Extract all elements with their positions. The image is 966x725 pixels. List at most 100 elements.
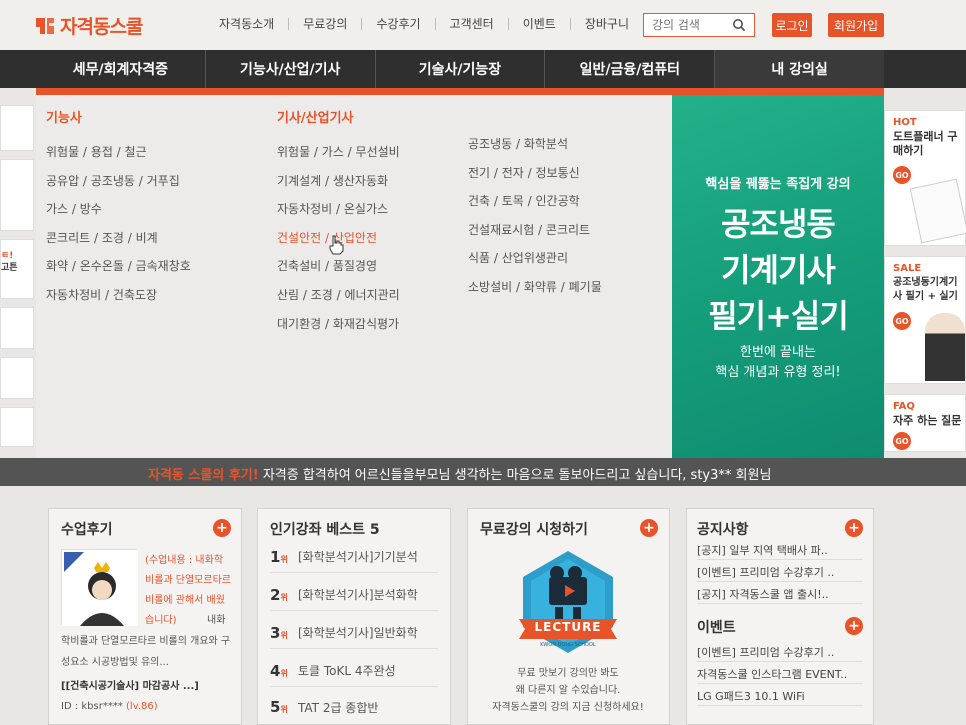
mega-item[interactable]: 소방설비 / 화약류 / 폐기물: [468, 273, 602, 302]
topnav-reviews[interactable]: 수강후기: [361, 18, 434, 30]
left-side-strip: ㅌ! 고튼: [0, 105, 34, 465]
best-name: 토클 ToKL 4주완성: [298, 664, 396, 678]
side-card-title: 공조냉동기계기사 필기 + 실기: [893, 277, 958, 302]
mega-col-engineer: 기사/산업기사 위험물 / 가스 / 무선설비 기계설계 / 생산자동화 자동차…: [277, 107, 400, 338]
promo-banner[interactable]: 핵심을 꿰뚫는 족집게 강의 공조냉동 기계기사 필기+실기 한번에 끝내는 핵…: [672, 95, 884, 458]
mega-item[interactable]: 위험물 / 용접 / 철근: [46, 138, 191, 167]
promo-foot-line: 한번에 끝내는: [740, 345, 816, 360]
mega-item[interactable]: 식품 / 산업위생관리: [468, 244, 602, 273]
tab-tax-accounting[interactable]: 세무/회계자격증: [36, 50, 206, 88]
review-panel: 수업후기 + (수업내용 : 내화학 비롤과 단열모르타르비롤에 관해서 배웠습…: [48, 508, 242, 725]
free-lecture-panel: 무료강의 시청하기 + LECTURE KWON DONG SCHOOL 무료 …: [467, 508, 670, 725]
mega-col-head: 기능사: [46, 111, 82, 126]
mega-item[interactable]: 건설재료시험 / 콘크리트: [468, 216, 602, 245]
best-name: TAT 2급 종합반: [298, 700, 379, 715]
topnav-free-lecture[interactable]: 무료강의: [288, 18, 361, 30]
ticker-text[interactable]: 자격동 스쿨의 후기! 자격증 합격하여 어르신들을부모님 생각하는 마음으로 …: [148, 464, 771, 483]
promo-subtitle: 핵심을 꿰뚫는 족집게 강의: [705, 177, 851, 192]
badge-sublabel: KWON DONG SCHOOL: [540, 642, 596, 648]
search-input[interactable]: [652, 18, 728, 32]
mega-item[interactable]: 기계설계 / 생산자동화: [277, 167, 400, 196]
left-card-label: 고튼: [1, 263, 18, 273]
mega-item[interactable]: 화약 / 온수온돌 / 금속재창호: [46, 252, 191, 281]
event-item[interactable]: LG G패드3 10.1 WiFi: [697, 687, 863, 706]
more-plus-button[interactable]: +: [640, 519, 658, 537]
mega-item[interactable]: 대기환경 / 화재감식평가: [277, 310, 400, 339]
reviewer-photo: [61, 549, 138, 626]
review-content[interactable]: 학비롤과 단열모르타르 비롤의 개요와 구성요소 시공방법및 유의...: [61, 631, 236, 673]
mega-item[interactable]: 콘크리트 / 조경 / 비계: [46, 224, 191, 253]
hand-cursor-icon: [328, 235, 344, 255]
mega-item[interactable]: 건축 / 토목 / 인간공학: [468, 187, 602, 216]
left-card[interactable]: [0, 407, 34, 447]
go-button[interactable]: GO: [893, 432, 911, 450]
search-box: [643, 13, 755, 37]
left-card[interactable]: [0, 105, 34, 151]
logo[interactable]: 자격동스쿨: [34, 12, 143, 39]
go-button[interactable]: GO: [893, 166, 911, 184]
best-item[interactable]: 3위 [화학분석기사]일반화학: [270, 617, 438, 649]
best-name: [화학분석기사]분석화학: [298, 588, 418, 602]
event-title: 이벤트: [697, 620, 736, 636]
lecture-badge[interactable]: LECTURE KWON DONG SCHOOL: [513, 547, 623, 657]
best-item[interactable]: 2위 [화학분석기사]분석화학: [270, 579, 438, 611]
mega-item[interactable]: 자동차정비 / 건축도장: [46, 281, 191, 310]
side-card-tag: SALE: [893, 263, 922, 274]
tab-craftsman-engineer[interactable]: 기능사/산업/기사: [206, 50, 376, 88]
topnav-about[interactable]: 자격동소개: [205, 18, 288, 30]
best-rank: 3위: [270, 623, 288, 642]
review-course-link[interactable]: [[건축시공기술사] 마감공사 ...]: [61, 677, 199, 692]
left-card[interactable]: ㅌ! 고튼: [0, 239, 34, 299]
top-nav: 자격동소개 무료강의 수강후기 고객센터 이벤트 장바구니: [205, 18, 643, 30]
notice-panel: 공지사항 + [공지] 일부 지역 택배사 파.. [이벤트] 프리미엄 수강후…: [686, 508, 874, 725]
side-card-sale[interactable]: SALE 공조냉동기계기사 필기 + 실기 GO: [884, 256, 966, 384]
search-icon[interactable]: [732, 18, 746, 32]
tab-professional-engineer[interactable]: 기술사/기능장: [376, 50, 546, 88]
topnav-support[interactable]: 고객센터: [434, 18, 508, 30]
join-button[interactable]: 회원가입: [828, 13, 884, 37]
go-button[interactable]: GO: [893, 312, 911, 330]
left-card[interactable]: [0, 159, 34, 231]
best-name: [화학분석기사]기기분석: [298, 550, 418, 564]
tab-general-finance-computer[interactable]: 일반/금융/컴퓨터: [545, 50, 716, 88]
mega-item[interactable]: 건축설비 / 품질경영: [277, 252, 400, 281]
event-item[interactable]: 자격동스쿨 인스타그램 EVENT..: [697, 665, 863, 684]
mega-col-engineer-2: 공조냉동 / 화학분석 전기 / 전자 / 정보통신 건축 / 토목 / 인간공…: [468, 130, 602, 302]
mega-item[interactable]: 위험물 / 가스 / 무선설비: [277, 138, 400, 167]
tab-my-classroom[interactable]: 내 강의실: [715, 50, 884, 88]
side-card-hot[interactable]: HOT 도트플래너 구매하기 GO: [884, 110, 966, 246]
mega-item[interactable]: 공조냉동 / 화학분석: [468, 130, 602, 159]
left-card[interactable]: [0, 307, 34, 349]
logo-text: 자격동스쿨: [60, 16, 143, 38]
best-rank: 5위: [270, 698, 288, 716]
left-card[interactable]: [0, 357, 34, 399]
notice-item[interactable]: [공지] 자격동스쿨 앱 출시!..: [697, 585, 863, 604]
login-button[interactable]: 로그인: [772, 13, 812, 37]
mega-item[interactable]: 가스 / 방수: [46, 195, 191, 224]
best-item[interactable]: 4위 토클 ToKL 4주완성: [270, 655, 438, 687]
notice-item[interactable]: [공지] 일부 지역 택배사 파..: [697, 541, 863, 560]
topnav-events[interactable]: 이벤트: [507, 18, 570, 30]
notice-more-button[interactable]: +: [845, 519, 863, 537]
best-item[interactable]: 1위 [화학분석기사]기기분석: [270, 541, 438, 573]
mega-item[interactable]: 자동차정비 / 온실가스: [277, 195, 400, 224]
mega-item[interactable]: 산림 / 조경 / 에너지관리: [277, 281, 400, 310]
mega-item[interactable]: 공유압 / 공조냉동 / 거푸집: [46, 167, 191, 196]
mega-item[interactable]: 전기 / 전자 / 정보통신: [468, 159, 602, 188]
best-rank: 2위: [270, 585, 288, 604]
best-name: [화학분석기사]일반화학: [298, 626, 418, 640]
side-card-title: 도트플래너 구매하기: [893, 130, 958, 157]
side-card-faq[interactable]: FAQ 자주 하는 질문 GO: [884, 394, 966, 452]
side-card-tag: FAQ: [893, 401, 915, 412]
reviewer-level: (lv.86): [126, 701, 158, 712]
more-plus-button[interactable]: +: [213, 519, 231, 537]
instructor-photo-icon: [925, 313, 965, 381]
notice-item[interactable]: [이벤트] 프리미엄 수강후기 ..: [697, 563, 863, 582]
best-item[interactable]: 5위 TAT 2급 종합반: [270, 691, 438, 723]
event-item[interactable]: [이벤트] 프리미엄 수강후기 ..: [697, 643, 863, 662]
topnav-cart[interactable]: 장바구니: [569, 18, 643, 30]
event-more-button[interactable]: +: [845, 617, 863, 635]
planner-icon: [909, 178, 966, 244]
review-ticker: 자격동 스쿨의 후기! 자격증 합격하여 어르신들을부모님 생각하는 마음으로 …: [0, 458, 966, 486]
review-quote-tail: 내화: [207, 615, 226, 626]
